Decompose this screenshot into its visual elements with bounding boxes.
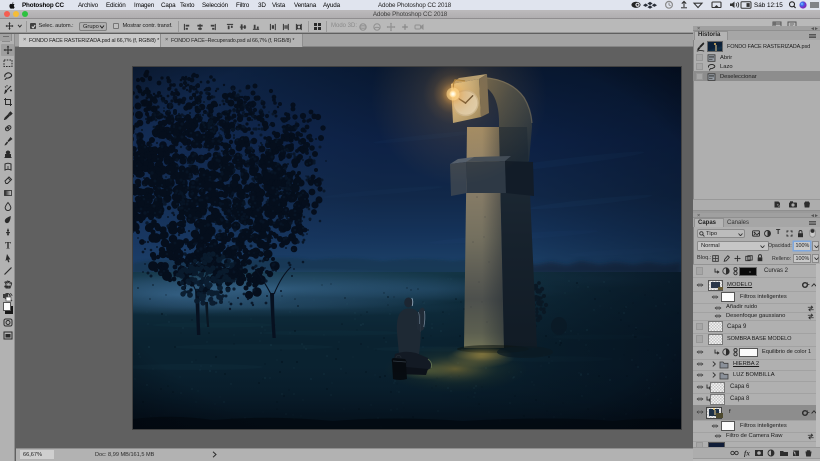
svg-text:T: T [5, 241, 11, 251]
svg-text:fx: fx [744, 450, 750, 458]
svg-text:Sáb 12:15: Sáb 12:15 [754, 2, 783, 9]
